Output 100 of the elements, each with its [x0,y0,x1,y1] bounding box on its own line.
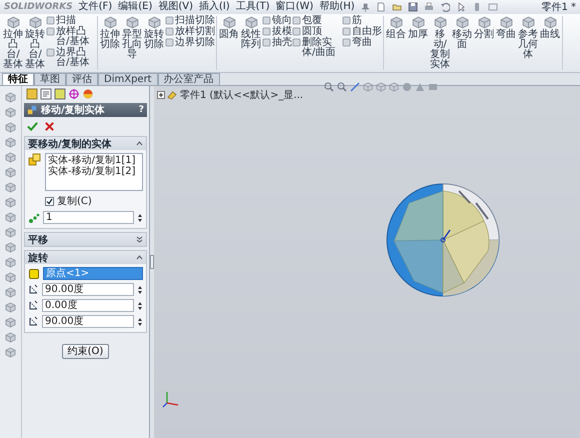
ribbon-button[interactable]: 圆角 [218,16,240,40]
cube-icon[interactable] [5,167,16,178]
ribbon-button[interactable]: 扫描 [46,16,96,26]
ribbon-button[interactable]: 拉伸切除 [99,16,121,50]
cube-icon[interactable] [5,317,16,328]
angle-field[interactable]: 90.00度 [42,283,134,296]
ribbon-button[interactable]: 分割 [473,16,495,40]
ribbon-button[interactable]: 线性阵列 [240,16,262,50]
ribbon-button[interactable]: 移动面 [451,16,473,50]
section-header[interactable]: 平移 [25,233,146,246]
splitter-handle[interactable] [150,255,154,269]
cube-icon[interactable] [5,197,16,208]
ribbon-button[interactable]: 弯曲 [495,16,517,40]
cube-icon[interactable] [5,242,16,253]
close-icon[interactable] [44,121,55,132]
cube-icon[interactable] [5,212,16,223]
zoom-icon[interactable] [337,82,347,92]
ribbon-button[interactable]: 放样凸台/基体 [46,27,96,47]
ribbon-button[interactable]: 异型孔向导 [121,16,143,60]
cube-icon[interactable] [389,82,399,92]
ribbon-button[interactable]: 移动/复制实体 [429,16,451,70]
cube-icon[interactable] [5,107,16,118]
menu-item[interactable]: 帮助(H) [319,1,355,13]
expand-icon[interactable] [157,91,165,99]
tab[interactable]: DimXpert [98,73,158,85]
menu-item[interactable]: 文件(F) [78,1,112,13]
folder-icon[interactable] [392,2,402,12]
section-header[interactable]: 要移动/复制的实体 [25,137,146,150]
cube-icon[interactable] [376,82,386,92]
shape-icon[interactable] [46,48,55,57]
spin-arrows[interactable] [137,212,143,222]
tab[interactable]: 特征 [2,73,34,85]
pin-icon[interactable] [360,2,370,12]
menu-item[interactable]: 工具(T) [236,1,270,13]
cube-icon[interactable] [5,302,16,313]
triangle-icon[interactable] [415,82,425,92]
cube-icon[interactable] [5,347,16,358]
ribbon-button[interactable]: 边界凸台/基体 [46,48,96,68]
menu-item[interactable]: 视图(V) [158,1,193,13]
cube-icon[interactable] [5,137,16,148]
ribbon-button[interactable]: 拉伸凸台/基体 [2,16,24,70]
ribbon-button[interactable]: 组合 [385,16,407,40]
ribbon-button[interactable]: 扫描切除 [165,16,215,26]
ribbon-button[interactable]: 旋转切除 [143,16,165,50]
cube-icon[interactable] [5,122,16,133]
ribbon-button[interactable]: 筋 [342,16,382,26]
checkbox[interactable] [45,196,54,206]
ribbon-button[interactable]: 圆顶 [292,27,342,37]
spin-arrows[interactable] [137,284,143,294]
ribbon-button[interactable]: 包覆 [292,16,342,26]
ribbon-button[interactable]: 放样切割 [165,27,215,37]
list-item[interactable]: 实体-移动/复制1[2] [48,166,140,177]
menu-item[interactable]: 窗口(W) [276,1,314,13]
sphere-icon[interactable] [402,82,412,92]
zoom-icon[interactable] [324,82,334,92]
ribbon-button[interactable]: 参考几何体 [517,16,539,60]
tab[interactable]: 草图 [34,73,66,85]
tab[interactable]: 办公室产品 [158,73,220,85]
ribbon-button[interactable]: 删除实体/曲面 [292,38,342,58]
save-icon[interactable] [408,2,418,12]
angle-field[interactable]: 0.00度 [42,299,134,312]
cube-icon[interactable] [5,272,16,283]
constraint-button[interactable]: 约束(O) [62,344,110,359]
pointer-icon[interactable] [456,2,466,12]
checkmark-icon[interactable] [27,121,38,132]
ribbon-button[interactable]: 抽壳 [262,38,292,48]
ribbon-button[interactable]: 旋转凸台/基体 [24,16,46,70]
cube-icon[interactable] [5,152,16,163]
property-tab-icon[interactable] [40,88,52,100]
ribbon-button[interactable]: 拔模 [262,27,292,37]
crosshair-tab-icon[interactable] [68,88,80,100]
cube-icon[interactable] [5,287,16,298]
tab[interactable]: 评估 [66,73,98,85]
selection-list[interactable]: 实体-移动/复制1[1] 实体-移动/复制1[2] [45,153,143,191]
menu-item[interactable]: 插入(I) [199,1,230,13]
tree-item[interactable]: 零件1 (默认<<默认>_显... [180,88,304,102]
ribbon-button[interactable]: 弯曲 [342,38,382,48]
copies-field[interactable]: 1 [43,211,134,224]
spin-arrows[interactable] [137,316,143,326]
cube-icon[interactable] [5,332,16,343]
section-view-icon[interactable] [350,82,360,92]
configuration-tab-icon[interactable] [54,88,66,100]
display-tab-icon[interactable] [82,88,94,100]
cube-icon[interactable] [5,257,16,268]
printer-icon[interactable] [424,2,434,12]
undo-icon[interactable] [440,2,450,12]
menu-item[interactable]: 编辑(E) [118,1,152,13]
ribbon-button[interactable]: 镜向 [262,16,292,26]
cube-icon[interactable] [5,227,16,238]
ribbon-button[interactable]: 自由形 [342,27,382,37]
feature-tree-tab-icon[interactable] [26,88,38,100]
help-icon[interactable]: ? [138,105,144,115]
ribbon-button[interactable]: 曲线 [539,16,561,40]
new-document-icon[interactable] [376,2,386,12]
list-item[interactable]: 实体-移动/复制1[1] [48,155,140,166]
cube-icon[interactable] [363,82,373,92]
ribbon-button[interactable]: 加厚 [407,16,429,40]
spin-arrows[interactable] [137,300,143,310]
cube-icon[interactable] [5,92,16,103]
ribbon-button[interactable]: 边界切除 [165,38,215,48]
